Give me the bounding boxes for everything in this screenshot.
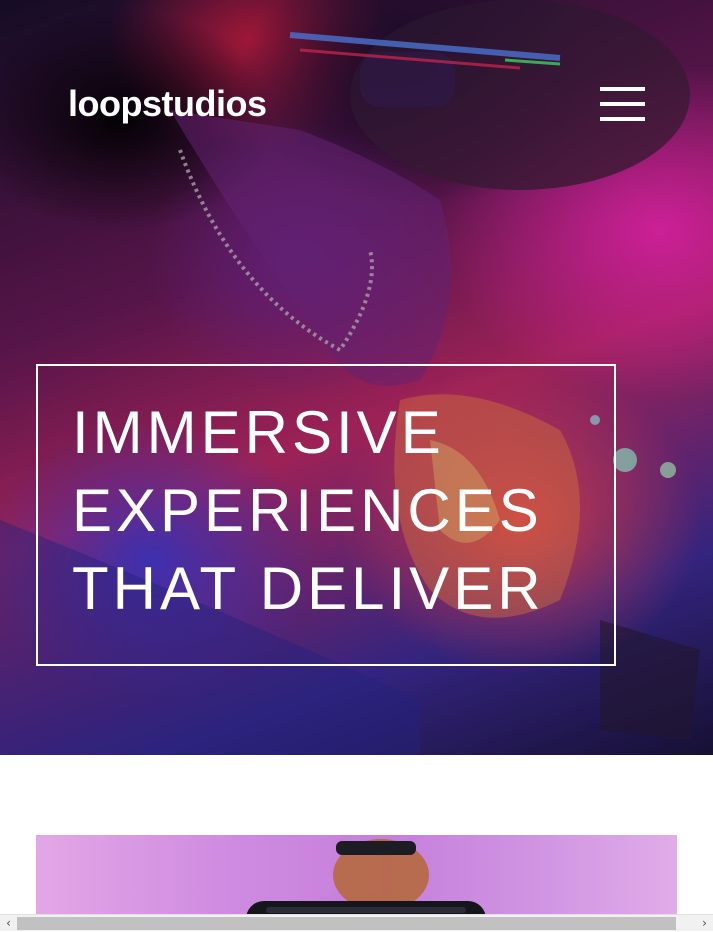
- hero-section: loopstudios IMMERSIVE EXPERIENCES THAT D…: [0, 0, 713, 755]
- hero-headline-line: THAT DELIVER: [72, 555, 545, 622]
- chevron-right-icon[interactable]: ›: [696, 915, 713, 932]
- menu-bar: [600, 117, 645, 121]
- menu-bar: [600, 102, 645, 106]
- hero-headline-box: IMMERSIVE EXPERIENCES THAT DELIVER: [36, 364, 616, 666]
- hero-headline-line: EXPERIENCES: [72, 477, 543, 544]
- scrollbar-thumb[interactable]: [17, 917, 676, 930]
- horizontal-scrollbar[interactable]: ‹ ›: [0, 914, 713, 931]
- hamburger-menu-icon[interactable]: [600, 87, 645, 123]
- logo[interactable]: loopstudios: [68, 82, 267, 126]
- hero-headline-line: IMMERSIVE: [72, 399, 445, 466]
- menu-bar: [600, 87, 645, 91]
- chevron-left-icon[interactable]: ‹: [0, 915, 17, 932]
